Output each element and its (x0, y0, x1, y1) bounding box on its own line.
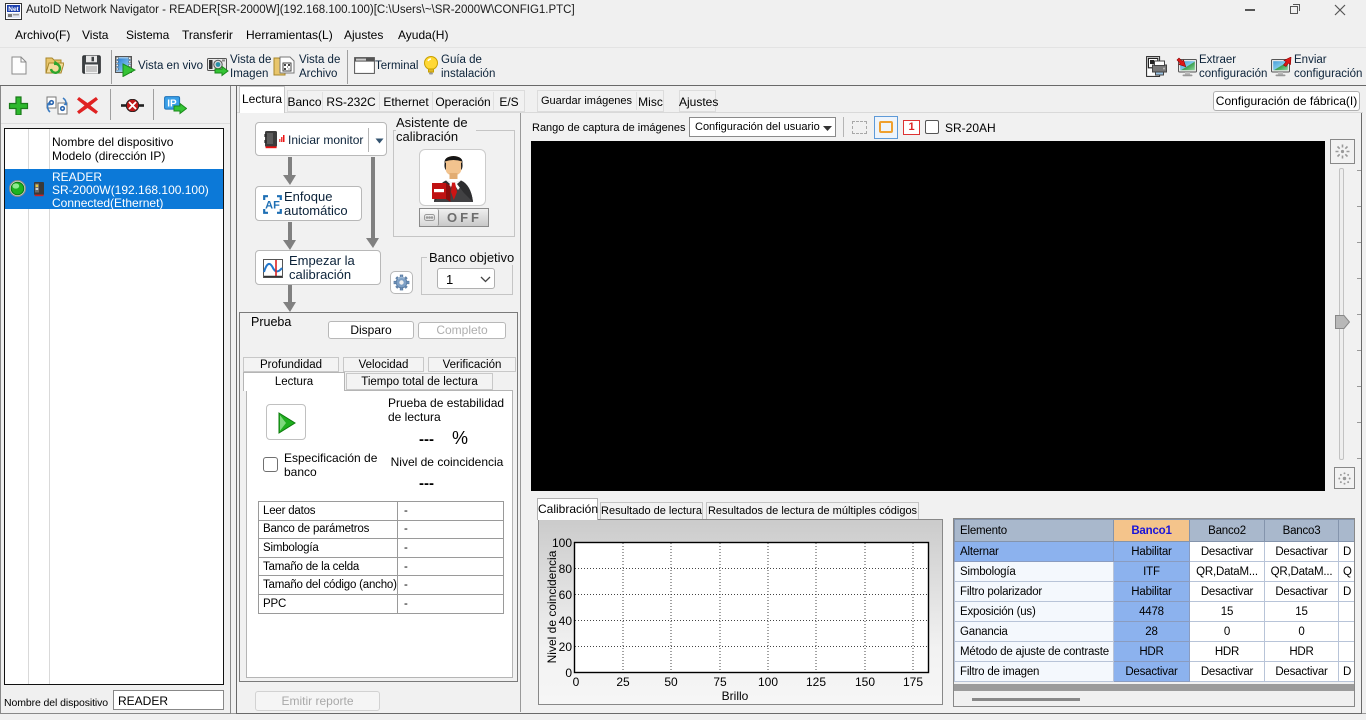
svg-text:0: 0 (565, 666, 572, 680)
svg-text:0: 0 (573, 675, 580, 689)
svg-text:50: 50 (664, 675, 678, 689)
svg-text:100: 100 (552, 536, 572, 550)
svg-text:75: 75 (713, 675, 727, 689)
svg-text:40: 40 (559, 614, 573, 628)
svg-text:125: 125 (806, 675, 826, 689)
svg-text:25: 25 (616, 675, 630, 689)
svg-text:60: 60 (559, 588, 573, 602)
svg-text:20: 20 (559, 640, 573, 654)
svg-text:175: 175 (903, 675, 923, 689)
svg-text:AF: AF (265, 200, 280, 212)
svg-text:Brillo: Brillo (722, 689, 749, 703)
svg-text:100: 100 (758, 675, 778, 689)
svg-text:80: 80 (559, 562, 573, 576)
svg-text:Nivel de coincidencia: Nivel de coincidencia (545, 550, 559, 663)
svg-text:Net: Net (8, 6, 19, 13)
svg-text:150: 150 (855, 675, 875, 689)
